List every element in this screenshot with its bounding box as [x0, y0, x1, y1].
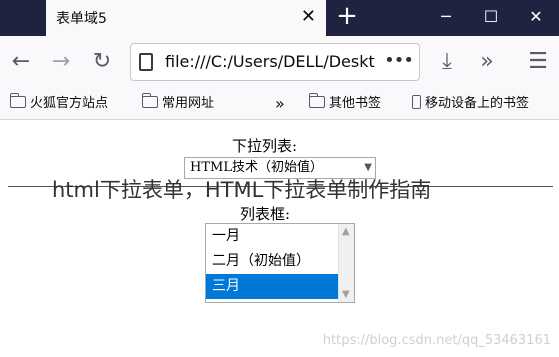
other-bookmarks-label: 其他书签 — [329, 96, 382, 111]
dropdown-label: 下拉列表: — [232, 137, 298, 155]
minimize-button[interactable]: ─ — [423, 0, 469, 36]
tab-active[interactable]: 表单域5 ✕ — [46, 0, 326, 36]
page-actions-icon[interactable]: ••• — [384, 50, 414, 71]
listbox-option-selected[interactable]: 三月 — [206, 274, 340, 299]
listbox-option[interactable]: 一月 — [206, 224, 340, 249]
bookmarks-bar: 火狐官方站点 常用网址 » 其他书签 移动设备上的书签 — [0, 90, 559, 120]
bookmarks-overflow-icon[interactable]: » — [275, 95, 285, 113]
close-icon[interactable]: ✕ — [301, 6, 316, 28]
folder-icon — [308, 93, 325, 108]
bookmark-item[interactable]: 火狐官方站点 — [9, 93, 109, 113]
scroll-down-icon[interactable]: ▼ — [342, 289, 350, 300]
url-text[interactable]: file:///C:/Users/DELL/Deskt — [165, 52, 395, 71]
listbox-option[interactable]: 二月（初始值） — [206, 249, 340, 274]
overflow-menu-icon[interactable]: » — [472, 49, 502, 75]
folder-icon — [9, 93, 26, 108]
reload-icon[interactable]: ↻ — [87, 49, 117, 75]
hamburger-menu-icon[interactable]: ☰ — [523, 49, 553, 75]
maximize-button[interactable]: ☐ — [468, 0, 514, 36]
overlay-title: html下拉表单，HTML下拉表单制作指南 — [52, 178, 432, 202]
page-icon — [139, 53, 153, 71]
url-bar[interactable]: file:///C:/Users/DELL/Deskt ••• — [130, 43, 420, 81]
mobile-bookmarks[interactable]: 移动设备上的书签 — [412, 95, 529, 113]
watermark: https://blog.csdn.net/qq_53463161 — [322, 333, 551, 348]
listbox-scrollbar[interactable]: ▲ ▼ — [338, 224, 354, 302]
listbox-label: 列表框: — [240, 205, 291, 223]
plus-icon[interactable]: + — [334, 3, 360, 30]
folder-icon — [141, 93, 158, 108]
back-arrow-icon[interactable]: ← — [6, 49, 36, 75]
tab-title: 表单域5 — [56, 11, 107, 27]
page-content: 下拉列表: HTML技术（初始值） ▼ 列表框: 一月 二月（初始值） 三月 ▲… — [0, 121, 559, 357]
month-listbox[interactable]: 一月 二月（初始值） 三月 ▲ ▼ — [205, 223, 355, 303]
mobile-device-icon — [412, 95, 421, 109]
download-icon[interactable]: ⤓ — [432, 49, 462, 75]
bookmark-label: 火狐官方站点 — [30, 96, 109, 111]
bookmark-label: 常用网址 — [162, 96, 215, 111]
tab-bar: 表单域5 ✕ + ─ ☐ ✕ — [0, 0, 559, 36]
bookmark-item[interactable]: 常用网址 — [141, 93, 215, 113]
forward-arrow-icon[interactable]: → — [46, 49, 76, 75]
mobile-bookmarks-label: 移动设备上的书签 — [425, 96, 530, 111]
other-bookmarks[interactable]: 其他书签 — [308, 93, 382, 113]
close-window-button[interactable]: ✕ — [513, 0, 559, 36]
scroll-up-icon[interactable]: ▲ — [342, 226, 350, 237]
dropdown-selected-value: HTML技术（初始值） — [190, 160, 323, 175]
